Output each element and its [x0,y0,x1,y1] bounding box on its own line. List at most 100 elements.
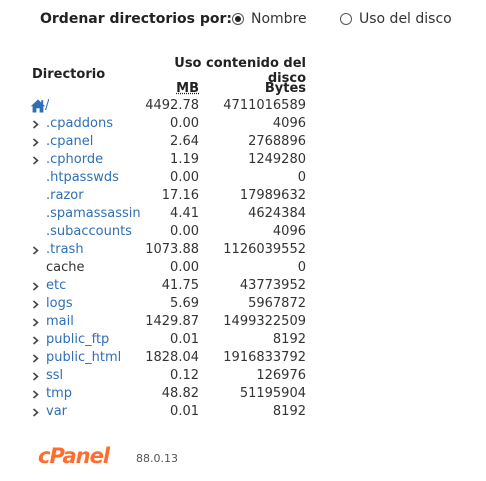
mb-value: 1429.87 [145,314,199,329]
expand-chevron-icon[interactable] [30,349,42,367]
directory-name: cache [46,260,85,275]
directory-link[interactable]: .htpasswds [46,169,119,187]
mb-value: 17.16 [161,188,199,203]
mb-value: 1073.88 [145,242,199,257]
mb-value: 1828.04 [145,350,199,365]
svg-text:cPanel: cPanel [38,444,111,468]
expand-chevron-icon[interactable] [30,403,42,421]
bytes-value: 43773952 [239,278,306,293]
bytes-value: 4711016589 [223,98,306,113]
sort-by-name-option[interactable]: Nombre [232,11,307,27]
directory-link[interactable]: .trash [46,241,84,259]
mb-value: 2.64 [170,134,199,149]
directory-link[interactable]: .subaccounts [46,223,132,241]
expand-chevron-icon[interactable] [30,385,42,403]
directory-link[interactable]: var [46,403,67,421]
bytes-value: 1916833792 [223,350,306,365]
table-row: .cphorde 1.19 1249280 [30,151,330,169]
mb-value: 0.00 [170,170,199,185]
mb-value: 4492.78 [145,98,199,113]
expand-chevron-icon[interactable] [30,151,42,169]
bytes-value: 1126039552 [223,242,306,257]
expand-chevron-icon[interactable] [30,241,42,259]
cpanel-logo: cPanel [38,444,112,468]
table-row: / 4492.78 4711016589 [30,97,330,115]
table-row: .razor 17.16 17989632 [30,187,330,205]
directory-link[interactable]: ssl [46,367,63,385]
table-row: ssl 0.12 126976 [30,367,330,385]
table-row: .subaccounts 0.00 4096 [30,223,330,241]
directory-link[interactable]: .cphorde [46,151,103,169]
bytes-value: 1249280 [248,152,306,167]
sort-by-usage-option[interactable]: Uso del disco [340,11,452,27]
expand-chevron-icon[interactable] [30,367,42,385]
bytes-value: 4096 [272,116,306,131]
version-number: 88.0.13 [136,452,178,465]
sort-label: Ordenar directorios por: [40,11,233,27]
sort-by-name-label[interactable]: Nombre [251,11,307,27]
table-row: mail 1429.87 1499322509 [30,313,330,331]
directory-link[interactable]: public_html [46,349,121,367]
sort-options-bar: Ordenar directorios por: Nombre Uso del … [40,10,480,32]
directory-link[interactable]: tmp [46,385,72,403]
sort-by-usage-label[interactable]: Uso del disco [359,11,452,27]
bytes-value: 4624384 [248,206,306,221]
expand-chevron-icon[interactable] [30,295,42,313]
mb-value: 0.00 [170,224,199,239]
table-row: .htpasswds 0.00 0 [30,169,330,187]
directory-link[interactable]: .razor [46,187,84,205]
home-icon[interactable] [30,98,46,114]
table-row: .cpanel 2.64 2768896 [30,133,330,151]
bytes-value: 0 [297,260,306,275]
bytes-value: 2768896 [248,134,306,149]
bytes-value: 8192 [272,332,306,347]
table-row: .cpaddons 0.00 4096 [30,115,330,133]
table-row: tmp 48.82 51195904 [30,385,330,403]
bytes-value: 8192 [272,404,306,419]
table-row: .trash 1073.88 1126039552 [30,241,330,259]
expand-chevron-icon[interactable] [30,115,42,133]
mb-column-header: MB [176,81,199,96]
table-row: public_html 1828.04 1916833792 [30,349,330,367]
expand-chevron-icon[interactable] [30,313,42,331]
bytes-value: 126976 [256,368,306,383]
table-row: var 0.01 8192 [30,403,330,421]
bytes-value: 0 [297,170,306,185]
mb-value: 0.00 [170,260,199,275]
table-row: cache 0.00 0 [30,259,330,277]
directory-table: / 4492.78 4711016589 .cpaddons 0.00 4096 .cpan… [30,97,330,421]
directory-link[interactable]: .cpaddons [46,115,113,133]
root-directory-link[interactable]: / [45,97,49,115]
directory-link[interactable]: mail [46,313,74,331]
directory-link[interactable]: public_ftp [46,331,109,349]
mb-value: 4.41 [170,206,199,221]
directory-link[interactable]: .spamassassin [46,205,141,223]
directory-link[interactable]: logs [46,295,73,313]
expand-chevron-icon[interactable] [30,331,42,349]
bytes-value: 1499322509 [223,314,306,329]
mb-value: 0.12 [170,368,199,383]
bytes-column-header: Bytes [264,81,306,96]
table-row: .spamassassin 4.41 4624384 [30,205,330,223]
directory-column-header: Directorio [32,67,106,82]
bytes-value: 4096 [272,224,306,239]
bytes-value: 17989632 [239,188,306,203]
mb-value: 48.82 [161,386,199,401]
bytes-value: 51195904 [239,386,306,401]
directory-link[interactable]: .cpanel [46,133,93,151]
sort-by-usage-radio[interactable] [340,13,352,25]
mb-value: 0.00 [170,116,199,131]
table-row: etc 41.75 43773952 [30,277,330,295]
sort-by-name-radio[interactable] [232,13,244,25]
bytes-value: 5967872 [248,296,306,311]
mb-value: 0.01 [170,332,199,347]
mb-value: 41.75 [161,278,199,293]
mb-value: 1.19 [170,152,199,167]
table-row: logs 5.69 5967872 [30,295,330,313]
expand-chevron-icon[interactable] [30,133,42,151]
directory-link[interactable]: etc [46,277,66,295]
table-row: public_ftp 0.01 8192 [30,331,330,349]
mb-value: 0.01 [170,404,199,419]
mb-value: 5.69 [170,296,199,311]
expand-chevron-icon[interactable] [30,277,42,295]
